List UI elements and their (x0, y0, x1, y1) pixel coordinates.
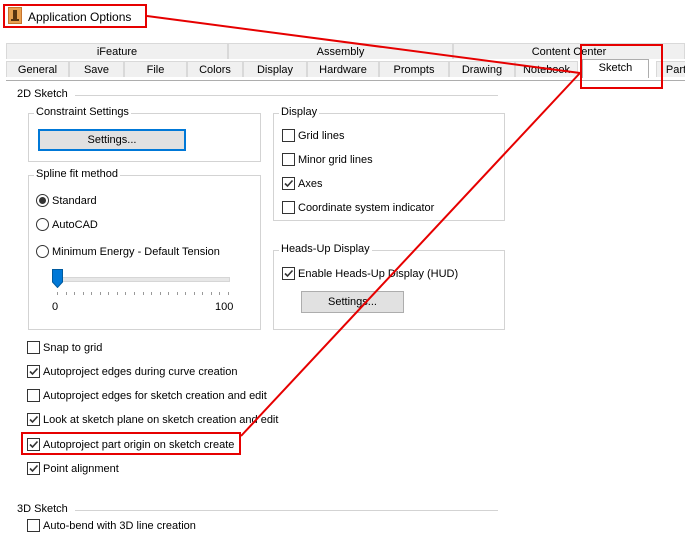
tab-prompts[interactable]: Prompts (379, 61, 449, 77)
enable-hud-label: Enable Heads-Up Display (HUD) (298, 268, 459, 280)
checkbox-coordinate-system-indicator[interactable] (282, 201, 295, 214)
section-title-3d-sketch: 3D Sketch (17, 503, 68, 515)
checkbox-minor-grid-lines[interactable] (282, 153, 295, 166)
slider-tick (210, 292, 212, 295)
tension-slider-track[interactable] (53, 277, 230, 282)
hud-settings-button[interactable]: Settings... (301, 291, 404, 313)
tab-sketch[interactable]: Sketch (582, 59, 649, 78)
spline-fit-label: Spline fit method (34, 168, 120, 180)
slider-tick (125, 292, 127, 295)
checkbox-autoproject-sketch-edit[interactable] (27, 389, 40, 402)
section-divider (75, 95, 498, 96)
slider-tick (91, 292, 93, 295)
slider-tick (74, 292, 76, 295)
axes-label: Axes (298, 178, 323, 190)
heads-up-display-label: Heads-Up Display (279, 243, 372, 255)
slider-tick (108, 292, 110, 295)
heads-up-display-group (273, 250, 505, 330)
slider-tick (151, 292, 153, 295)
checkbox-enable-hud[interactable] (282, 267, 295, 280)
slider-tick (116, 292, 118, 295)
checkbox-autoproject-part-origin[interactable] (27, 438, 40, 451)
checkbox-axes[interactable] (282, 177, 295, 190)
tab-hardware[interactable]: Hardware (307, 61, 379, 77)
minor-grid-lines-label: Minor grid lines (298, 154, 373, 166)
tab-assembly[interactable]: Assembly (228, 43, 453, 59)
checkbox-grid-lines[interactable] (282, 129, 295, 142)
constraint-settings-label: Constraint Settings (34, 106, 131, 118)
display-group-label: Display (279, 106, 320, 118)
slider-tick (159, 292, 161, 295)
radio-standard[interactable] (36, 194, 49, 207)
section-title-2d-sketch: 2D Sketch (17, 88, 68, 100)
slider-tick (99, 292, 101, 295)
grid-lines-label: Grid lines (298, 130, 345, 142)
slider-tick (228, 292, 229, 295)
slider-tick (168, 292, 170, 295)
checkmark-icon (284, 269, 294, 278)
checkmark-icon (29, 415, 39, 424)
snap-to-grid-label: Snap to grid (43, 342, 103, 354)
slider-tick (202, 292, 204, 295)
tension-slider-thumb[interactable] (52, 269, 63, 288)
autoproject-curve-creation-label: Autoproject edges during curve creation (43, 366, 238, 378)
slider-tick (176, 292, 178, 295)
tab-file[interactable]: File (124, 61, 187, 77)
point-alignment-label: Point alignment (43, 463, 119, 475)
slider-tick (65, 292, 67, 295)
radio-autocad-label: AutoCAD (52, 219, 98, 231)
tab-content-center[interactable]: Content Center (453, 43, 685, 59)
tab-row-upper: iFeature Assembly Content Center (6, 43, 685, 60)
coordinate-system-indicator-label: Coordinate system indicator (298, 202, 435, 214)
auto-bend-3d-line-label: Auto-bend with 3D line creation (43, 520, 196, 532)
section-divider (75, 510, 498, 511)
checkbox-point-alignment[interactable] (27, 462, 40, 475)
checkmark-icon (29, 440, 39, 449)
tab-ifeature[interactable]: iFeature (6, 43, 228, 59)
titlebar: Application Options (0, 0, 685, 32)
checkmark-icon (29, 464, 39, 473)
checkbox-auto-bend-3d-line[interactable] (27, 519, 40, 532)
slider-tick (219, 292, 221, 295)
slider-tick (57, 292, 58, 295)
window-title: Application Options (28, 10, 132, 24)
checkmark-icon (29, 367, 39, 376)
checkmark-icon (284, 179, 294, 188)
slider-tick (82, 292, 84, 295)
checkbox-look-at-sketch-plane[interactable] (27, 413, 40, 426)
tab-notebook[interactable]: Notebook (515, 61, 578, 77)
checkbox-autoproject-curve-creation[interactable] (27, 365, 40, 378)
slider-tick (193, 292, 195, 295)
tab-drawing[interactable]: Drawing (449, 61, 515, 77)
tab-part[interactable]: Part (656, 61, 685, 77)
tab-general[interactable]: General (6, 61, 69, 77)
radio-minimum-energy[interactable] (36, 245, 49, 258)
tab-display[interactable]: Display (243, 61, 307, 77)
slider-tick (133, 292, 135, 295)
radio-minimum-energy-label: Minimum Energy - Default Tension (52, 246, 220, 258)
application-icon (8, 7, 22, 24)
autoproject-sketch-edit-label: Autoproject edges for sketch creation an… (43, 390, 267, 402)
tab-colors[interactable]: Colors (187, 61, 243, 77)
radio-autocad[interactable] (36, 218, 49, 231)
autoproject-part-origin-label: Autoproject part origin on sketch create (43, 439, 235, 451)
radio-standard-label: Standard (52, 195, 97, 207)
slider-tick (142, 292, 144, 295)
slider-max-label: 100 (215, 301, 234, 313)
constraint-settings-button[interactable]: Settings... (38, 129, 186, 151)
slider-tick (185, 292, 187, 295)
tab-save[interactable]: Save (69, 61, 124, 77)
slider-min-label: 0 (52, 301, 59, 313)
radio-selected-dot (39, 197, 46, 204)
tab-row-lower: General Save File Colors Display Hardwar… (6, 59, 685, 78)
checkbox-snap-to-grid[interactable] (27, 341, 40, 354)
look-at-sketch-plane-label: Look at sketch plane on sketch creation … (43, 414, 279, 426)
